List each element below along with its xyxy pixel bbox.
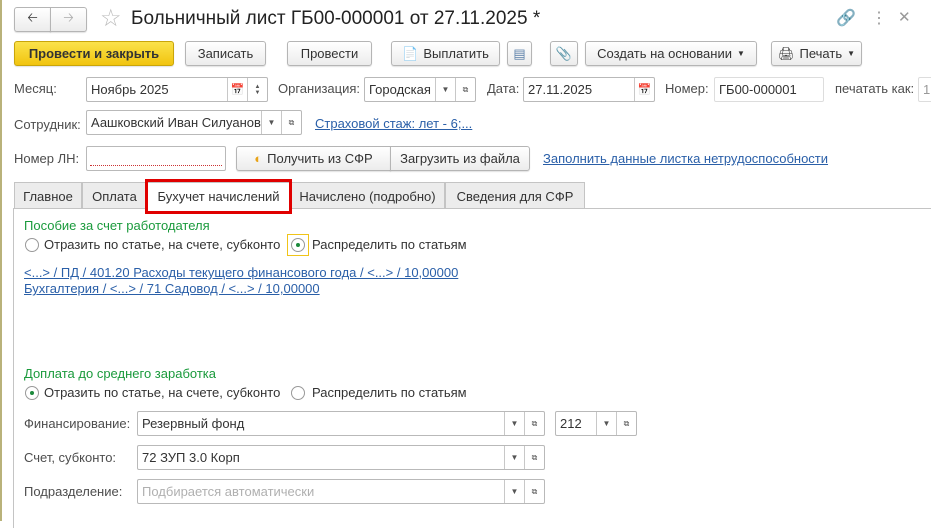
chevron-down-icon: ▼ xyxy=(736,49,745,58)
dropdown-icon[interactable]: ▼ xyxy=(504,446,524,469)
number-field[interactable]: ГБ00-000001 xyxy=(714,77,824,102)
print-button[interactable]: 🖨 Печать ▼ xyxy=(771,41,862,66)
account-field[interactable]: 72 ЗУП 3.0 Корп ▼ ⧉ xyxy=(137,445,545,470)
chevron-down-icon: ▼ xyxy=(847,49,856,58)
calendar-icon[interactable]: 📅 xyxy=(634,78,654,101)
topup-radio-distribute[interactable] xyxy=(291,386,305,400)
tab-main[interactable]: Главное xyxy=(14,182,82,209)
arrow-right-icon: 🡢 xyxy=(63,9,74,25)
window-title: Больничный лист ГБ00-000001 от 27.11.202… xyxy=(131,8,541,29)
financing-field[interactable]: Резервный фонд ▼ ⧉ xyxy=(137,411,545,436)
dropdown-icon[interactable]: ▼ xyxy=(504,412,524,435)
get-from-sfr-button[interactable]: ◐ Получить из СФР xyxy=(236,146,391,171)
kvr-value: 212 xyxy=(560,416,582,431)
close-icon[interactable]: ✕ xyxy=(898,8,911,26)
more-icon[interactable]: ⋮ xyxy=(871,8,887,28)
employer-opt1-label: Отразить по статье, на счете, субконто xyxy=(44,237,281,252)
employer-section-title: Пособие за счет работодателя xyxy=(24,218,210,233)
dropdown-icon[interactable]: ▼ xyxy=(596,412,616,435)
highlight-box xyxy=(145,179,292,214)
month-field[interactable]: Ноябрь 2025 📅 ▲ ▼ xyxy=(86,77,268,102)
date-label: Дата: xyxy=(487,81,520,96)
distribution-line-link[interactable]: Бухгалтерия / <...> / 71 Садовод / <...>… xyxy=(24,281,320,296)
date-value: 27.11.2025 xyxy=(528,82,593,97)
ln-number-field[interactable] xyxy=(86,146,226,171)
month-spinner[interactable]: ▲ ▼ xyxy=(247,78,267,101)
forward-button[interactable]: 🡢 xyxy=(50,7,87,32)
print-as-value: 1 xyxy=(923,82,931,97)
back-button[interactable]: 🡠 xyxy=(14,7,51,32)
employer-radio-reflect[interactable] xyxy=(25,238,39,252)
tab-payment[interactable]: Оплата xyxy=(82,182,147,209)
pay-icon: 📄 xyxy=(402,45,419,61)
get-sfr-label: Получить из СФР xyxy=(267,151,373,166)
attach-button[interactable]: 📎 xyxy=(550,41,578,66)
account-label: Счет, субконто: xyxy=(24,450,117,465)
account-value: 72 ЗУП 3.0 Корп xyxy=(142,450,240,465)
printer-icon: 🖨 xyxy=(777,45,795,61)
department-field[interactable]: Подбирается автоматически ▼ ⧉ xyxy=(137,479,545,504)
open-icon[interactable]: ⧉ xyxy=(281,111,301,134)
employee-value: Аашковский Иван Силуанов xyxy=(91,115,261,130)
month-label: Месяц: xyxy=(14,81,57,96)
print-as-field[interactable]: 1 xyxy=(918,77,931,102)
topup-opt1-label: Отразить по статье, на счете, субконто xyxy=(44,385,281,400)
print-label: Печать xyxy=(799,46,843,61)
topup-opt2-label: Распределить по статьям xyxy=(312,385,467,400)
favorite-star-icon[interactable]: ☆ xyxy=(100,4,122,33)
post-button[interactable]: Провести xyxy=(287,41,372,66)
distribution-line-link[interactable]: <...> / ПД / 401.20 Расходы текущего фин… xyxy=(24,265,458,280)
employer-opt2-label: Распределить по статьям xyxy=(312,237,467,252)
ln-number-value xyxy=(90,152,222,166)
load-from-file-button[interactable]: Загрузить из файла xyxy=(390,146,530,171)
open-icon[interactable]: ⧉ xyxy=(455,78,475,101)
org-label: Организация: xyxy=(278,81,361,96)
arrow-left-icon: 🡠 xyxy=(27,9,38,25)
financing-label: Финансирование: xyxy=(24,416,131,431)
calendar-icon[interactable]: 📅 xyxy=(227,78,247,101)
employee-label: Сотрудник: xyxy=(14,117,81,132)
ln-number-label: Номер ЛН: xyxy=(14,151,80,166)
paperclip-icon: 📎 xyxy=(555,45,573,61)
open-icon[interactable]: ⧉ xyxy=(524,480,544,503)
window-edge xyxy=(0,0,2,521)
org-field[interactable]: Городская ▼ ⧉ xyxy=(364,77,476,102)
dropdown-icon[interactable]: ▼ xyxy=(435,78,455,101)
number-value: ГБ00-000001 xyxy=(719,82,797,97)
month-value: Ноябрь 2025 xyxy=(91,82,169,97)
date-field[interactable]: 27.11.2025 📅 xyxy=(523,77,655,102)
fill-sick-leave-link[interactable]: Заполнить данные листка нетрудоспособнос… xyxy=(543,151,828,166)
org-value: Городская xyxy=(369,82,431,97)
sfr-icon: ◐ xyxy=(254,151,263,166)
tab-accrued-detailed[interactable]: Начислено (подробно) xyxy=(290,182,445,209)
tab-sfr-info[interactable]: Сведения для СФР xyxy=(445,182,585,209)
number-label: Номер: xyxy=(665,81,709,96)
list-button[interactable]: ▤ xyxy=(507,41,532,66)
save-button[interactable]: Записать xyxy=(185,41,266,66)
employee-field[interactable]: Аашковский Иван Силуанов ▼ ⧉ xyxy=(86,110,302,135)
open-icon[interactable]: ⧉ xyxy=(616,412,636,435)
insurance-experience-link[interactable]: Страховой стаж: лет - 6;... xyxy=(315,116,472,131)
financing-value: Резервный фонд xyxy=(142,416,245,431)
post-and-close-button[interactable]: Провести и закрыть xyxy=(14,41,174,66)
employer-radio-distribute[interactable] xyxy=(291,238,305,252)
topup-radio-reflect[interactable] xyxy=(25,386,39,400)
topup-section-title: Доплата до среднего заработка xyxy=(24,366,216,381)
dropdown-icon[interactable]: ▼ xyxy=(504,480,524,503)
link-icon[interactable]: 🔗 xyxy=(836,8,856,28)
department-placeholder: Подбирается автоматически xyxy=(142,484,315,499)
print-as-label: печатать как: xyxy=(835,81,915,96)
department-label: Подразделение: xyxy=(24,484,123,499)
open-icon[interactable]: ⧉ xyxy=(524,446,544,469)
dropdown-icon[interactable]: ▼ xyxy=(261,111,281,134)
pay-label: Выплатить xyxy=(423,46,489,61)
create-based-label: Создать на основании xyxy=(597,46,732,61)
create-based-button[interactable]: Создать на основании ▼ xyxy=(585,41,757,66)
open-icon[interactable]: ⧉ xyxy=(524,412,544,435)
list-icon: ▤ xyxy=(513,45,526,61)
kvr-field[interactable]: 212 ▼ ⧉ xyxy=(555,411,637,436)
pay-button[interactable]: 📄 Выплатить xyxy=(391,41,500,66)
